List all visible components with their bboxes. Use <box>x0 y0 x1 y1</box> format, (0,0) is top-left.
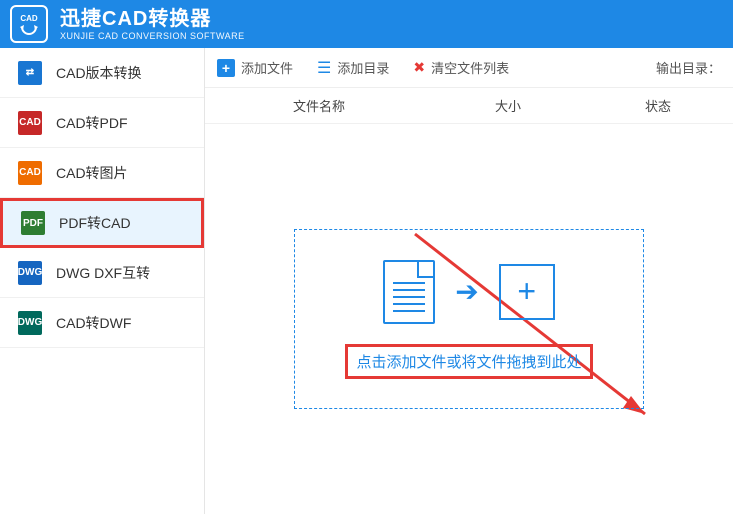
drop-zone-text[interactable]: 点击添加文件或将文件拖拽到此处 <box>345 344 592 379</box>
sidebar-item-label: PDF转CAD <box>59 213 131 233</box>
svg-text:CAD: CAD <box>20 14 38 23</box>
sidebar-item-cad-image[interactable]: CAD CAD转图片 <box>0 148 204 198</box>
convert-icon: ⇄ <box>18 61 42 85</box>
add-dir-button[interactable]: ☰添加目录 <box>317 58 389 78</box>
sidebar-item-label: CAD转PDF <box>56 113 128 133</box>
header-bar: CAD 迅捷CAD转换器 XUNJIE CAD CONVERSION SOFTW… <box>0 0 733 48</box>
sidebar-item-pdf-cad[interactable]: PDF PDF转CAD <box>0 198 204 248</box>
app-logo-icon: CAD <box>10 5 48 43</box>
add-box-icon: + <box>499 264 555 320</box>
list-icon: ☰ <box>317 58 331 78</box>
drop-zone[interactable]: ➔ + 点击添加文件或将文件拖拽到此处 <box>294 229 644 409</box>
col-size: 大小 <box>433 96 583 115</box>
document-icon <box>383 260 435 324</box>
add-file-button[interactable]: +添加文件 <box>217 58 293 77</box>
sidebar-item-label: CAD版本转换 <box>56 63 142 83</box>
col-status: 状态 <box>583 96 733 115</box>
toolbar: +添加文件 ☰添加目录 ✖清空文件列表 输出目录： <box>205 48 733 88</box>
col-filename: 文件名称 <box>205 96 433 115</box>
sidebar-item-cad-dwf[interactable]: DWG CAD转DWF <box>0 298 204 348</box>
app-title: 迅捷CAD转换器 <box>60 7 245 31</box>
sidebar-item-label: CAD转DWF <box>56 313 131 333</box>
sidebar: ⇄ CAD版本转换 CAD CAD转PDF CAD CAD转图片 PDF PDF转CAD… <box>0 48 205 514</box>
column-headers: 文件名称 大小 状态 <box>205 88 733 124</box>
main-panel: +添加文件 ☰添加目录 ✖清空文件列表 输出目录： 文件名称 大小 状态 ➔ +… <box>205 48 733 514</box>
clear-icon: ✖ <box>413 59 425 76</box>
sidebar-item-label: CAD转图片 <box>56 163 128 183</box>
plus-icon: + <box>217 59 235 77</box>
clear-list-button[interactable]: ✖清空文件列表 <box>413 58 509 77</box>
dwg-dxf-icon: DWG <box>18 261 42 285</box>
cad-pdf-icon: CAD <box>18 111 42 135</box>
pdf-cad-icon: PDF <box>21 211 45 235</box>
cad-dwf-icon: DWG <box>18 311 42 335</box>
sidebar-item-cad-version[interactable]: ⇄ CAD版本转换 <box>0 48 204 98</box>
sidebar-item-cad-pdf[interactable]: CAD CAD转PDF <box>0 98 204 148</box>
app-subtitle: XUNJIE CAD CONVERSION SOFTWARE <box>60 31 245 42</box>
arrow-right-icon: ➔ <box>455 275 478 308</box>
sidebar-item-label: DWG DXF互转 <box>56 263 150 283</box>
output-dir-label: 输出目录： <box>656 58 721 77</box>
cad-image-icon: CAD <box>18 161 42 185</box>
sidebar-item-dwg-dxf[interactable]: DWG DWG DXF互转 <box>0 248 204 298</box>
